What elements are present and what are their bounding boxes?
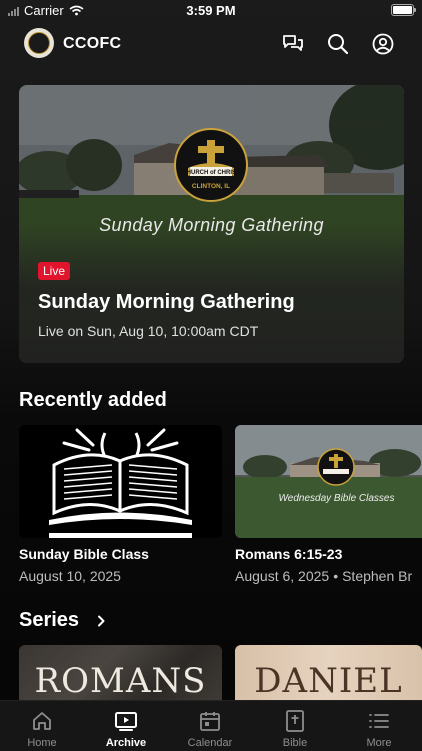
search-icon[interactable]: [326, 32, 350, 56]
live-badge: Live: [38, 262, 71, 280]
recent-item-thumbnail: [19, 425, 222, 538]
status-bar: Carrier 3:59 PM: [0, 0, 422, 22]
emblem-text: CHURCH of CHRIST: [182, 170, 240, 176]
tab-bible[interactable]: Bible: [253, 701, 337, 751]
church-logo[interactable]: [24, 28, 54, 58]
recent-item-thumbnail: Wednesday Bible Classes: [235, 425, 422, 538]
recent-item-meta: August 6, 2025 • Stephen Br: [235, 568, 413, 584]
calendar-icon: [200, 712, 220, 731]
recent-item-title: Romans 6:15-23: [235, 546, 343, 562]
emblem-location: CLINTON, IL: [192, 183, 230, 190]
chevron-right-icon[interactable]: [95, 615, 107, 627]
tab-more[interactable]: More: [337, 701, 421, 751]
hero-livestream-card[interactable]: CHURCH of CHRIST CLINTON, IL Sunday Morn…: [19, 85, 404, 363]
more-list-icon: [369, 714, 389, 728]
chat-icon[interactable]: [281, 32, 305, 56]
hero-subtitle: Live on Sun, Aug 10, 10:00am CDT: [38, 323, 259, 339]
app-header: CCOFC: [0, 24, 422, 64]
account-icon[interactable]: [371, 32, 395, 56]
tab-home[interactable]: Home: [0, 701, 84, 751]
tab-label: Home: [27, 737, 57, 749]
recently-added-heading: Recently added: [19, 389, 167, 411]
recent-item-date: August 10, 2025: [19, 568, 121, 584]
recent-item-sunday-bible-class[interactable]: Sunday Bible Class August 10, 2025: [19, 425, 222, 595]
recent-item-speaker: Stephen Br: [342, 568, 413, 584]
series-card-romans[interactable]: ROMANS: [19, 645, 222, 703]
recent-item-date: August 6, 2025: [235, 568, 330, 584]
recent-item-title: Sunday Bible Class: [19, 546, 149, 562]
bible-icon: [286, 710, 304, 732]
app-title: CCOFC: [63, 35, 122, 52]
church-emblem-icon: CHURCH of CHRIST CLINTON, IL: [174, 128, 248, 202]
series-title: ROMANS: [34, 661, 207, 701]
tab-label: More: [366, 737, 392, 749]
tab-label: Calendar: [187, 737, 233, 749]
tab-label: Bible: [282, 737, 308, 749]
open-bible-icon: [49, 428, 192, 538]
recent-item-overlay-text: Wednesday Bible Classes: [278, 493, 395, 504]
battery-icon: [391, 4, 416, 16]
series-heading[interactable]: Series: [19, 609, 79, 632]
tab-archive[interactable]: Archive: [84, 701, 168, 751]
tab-bar: Home Archive Calendar Bible More: [0, 700, 422, 751]
church-building-image: [235, 425, 422, 538]
series-title: DANIEL: [254, 661, 403, 701]
status-time: 3:59 PM: [186, 3, 236, 18]
recent-item-romans[interactable]: Wednesday Bible Classes Romans 6:15-23 A…: [235, 425, 422, 595]
archive-video-icon: [115, 712, 137, 731]
home-icon: [33, 712, 51, 730]
hero-overlay-title: Sunday Morning Gathering: [99, 215, 324, 235]
series-card-daniel[interactable]: DANIEL: [235, 645, 422, 703]
hero-title: Sunday Morning Gathering: [38, 291, 295, 313]
tab-calendar[interactable]: Calendar: [168, 701, 252, 751]
tab-label: Archive: [105, 737, 147, 749]
